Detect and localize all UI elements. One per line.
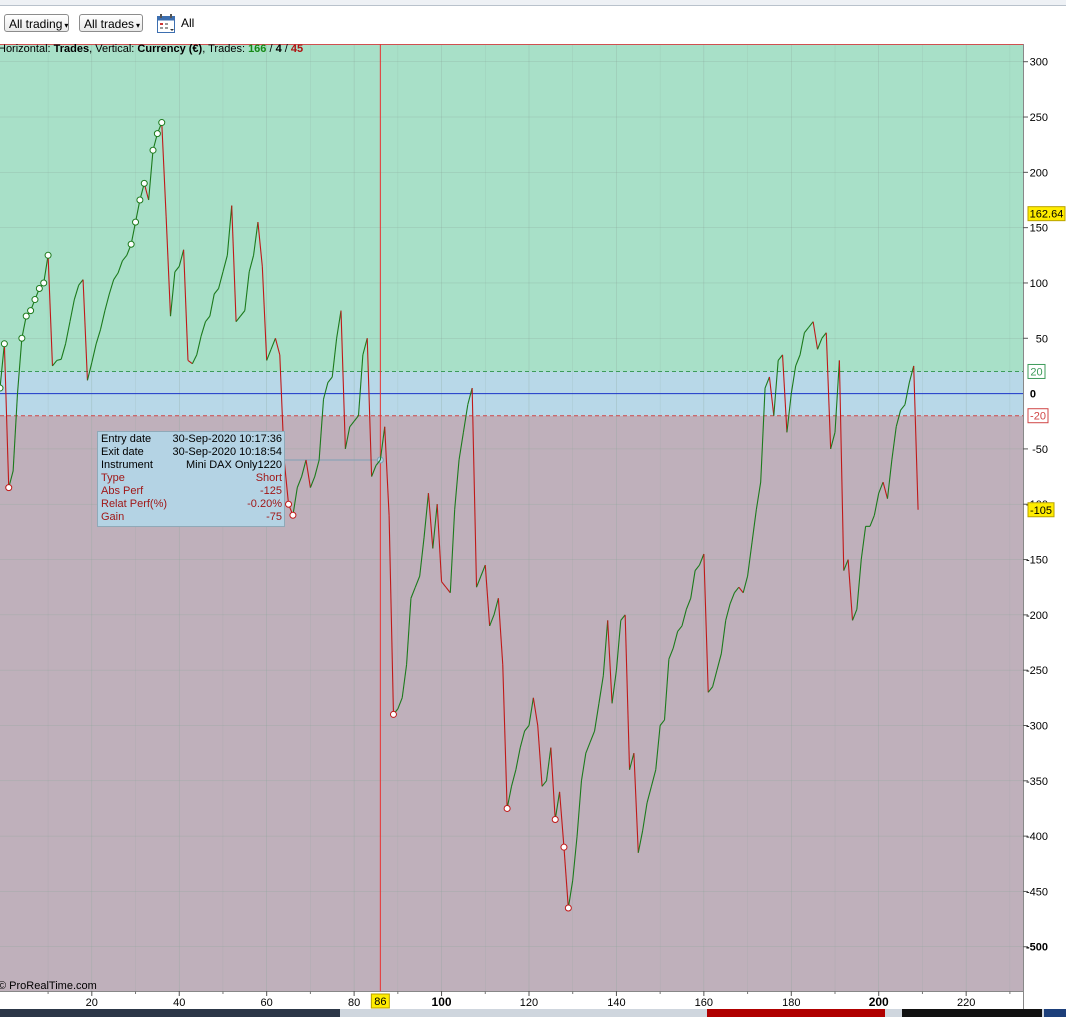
new-low-marker [389, 710, 397, 718]
new-high-marker [35, 284, 43, 292]
new-high-marker [31, 296, 39, 304]
y-tick-zero-label: 0 [1030, 389, 1036, 401]
lower-band-label: -20 [1030, 411, 1046, 423]
y-tick-label: -50 [1032, 444, 1048, 456]
y-tick-label: 200 [1030, 167, 1048, 179]
tooltip-relat-perf: -0.20% [247, 498, 282, 510]
tooltip-gain: -75 [266, 511, 282, 523]
y-tick-label: 50 [1036, 333, 1048, 345]
new-high-marker [0, 384, 4, 392]
tooltip-exit-date-label: Exit date [101, 446, 144, 458]
y-tick-label: -500 [1026, 942, 1048, 954]
x-tick-label: 120 [520, 997, 538, 1009]
x-tick-label: 100 [432, 995, 452, 1009]
y-tick-label: -300 [1026, 720, 1048, 732]
new-high-marker [0, 340, 8, 348]
x-tick-label: 40 [173, 997, 185, 1009]
tooltip-abs-perf: -125 [259, 485, 282, 497]
cursor-x-label: 86 [374, 996, 386, 1008]
tooltip-relat-perf-label: Relat Perf(%) [101, 498, 168, 510]
x-tick-label: 60 [261, 997, 273, 1009]
tooltip-abs-perf-label: Abs Perf [101, 485, 144, 497]
tooltip-entry-date-label: Entry date [101, 433, 152, 445]
header-mid: , Vertical: [89, 43, 137, 55]
x-tick-label: 200 [869, 995, 889, 1009]
new-low-marker [503, 804, 511, 812]
bottom-strip-blue-block [1044, 1009, 1066, 1017]
x-tick-label: 180 [782, 997, 800, 1009]
new-high-marker [153, 130, 161, 138]
chart-header: Horizontal: Trades, Vertical: Currency (… [0, 43, 303, 55]
y-tick-label: -450 [1026, 886, 1048, 898]
y-tick-label: 250 [1030, 112, 1048, 124]
new-high-marker [127, 240, 135, 248]
bottom-strip-black-block [902, 1009, 1042, 1017]
tooltip-type: Short [255, 472, 282, 484]
last-value-label: 162.64 [1030, 209, 1064, 221]
bottom-strip-dark-block [0, 1009, 340, 1017]
new-high-marker [44, 251, 52, 259]
trades-loss-count: 45 [291, 43, 303, 55]
new-high-marker [40, 279, 48, 287]
tooltip-type-label: Type [101, 472, 125, 484]
new-low-marker [289, 511, 297, 519]
x-tick-label: 20 [86, 997, 98, 1009]
upper-band-label: 20 [1030, 366, 1042, 378]
header-sep: / [266, 43, 275, 55]
x-tick-label: 140 [607, 997, 625, 1009]
header-v-value: Currency (€) [137, 43, 202, 55]
new-high-marker [149, 146, 157, 154]
tooltip-instrument-label: Instrument [101, 459, 153, 471]
header-prefix: Horizontal: [0, 43, 54, 55]
new-low-marker [285, 500, 293, 508]
header-trades-label: , Trades: [202, 43, 248, 55]
x-tick-label: 220 [957, 997, 975, 1009]
trades-win-count: 166 [248, 43, 266, 55]
profit-zone [0, 44, 1023, 372]
tooltip-exit-date: 30-Sep-2020 10:18:54 [172, 446, 282, 458]
y-tick-label: 100 [1030, 278, 1048, 290]
y-tick-label: -250 [1026, 665, 1048, 677]
y-tick-label: -350 [1026, 776, 1048, 788]
new-high-marker [27, 307, 35, 315]
watermark: © ProRealTime.com [0, 980, 97, 992]
y-tick-label: -150 [1026, 555, 1048, 567]
new-low-marker [551, 816, 559, 824]
current-value-label: -105 [1030, 505, 1052, 517]
y-tick-label: 300 [1030, 57, 1048, 69]
new-high-marker [22, 312, 30, 320]
new-high-marker [18, 334, 26, 342]
header-sep: / [282, 43, 291, 55]
tooltip-entry-date: 30-Sep-2020 10:17:36 [172, 433, 282, 445]
new-high-marker [132, 218, 140, 226]
x-tick-label: 80 [348, 997, 360, 1009]
trade-tooltip: Entry date 30-Sep-2020 10:17:36 Exit date… [97, 431, 285, 527]
new-low-marker [560, 843, 568, 851]
new-high-marker [140, 179, 148, 187]
y-tick-label: 150 [1030, 223, 1048, 235]
new-low-marker [564, 904, 572, 912]
tooltip-gain-label: Gain [101, 511, 125, 523]
y-tick-label: -400 [1026, 831, 1048, 843]
x-axis: 20 40 60 80 100 120 140 160 180 200 220 [47, 991, 1011, 1009]
new-high-marker [136, 196, 144, 204]
new-low-marker [5, 484, 13, 492]
tooltip-instrument: Mini DAX Only1220 [186, 459, 282, 471]
new-high-marker [158, 119, 166, 127]
x-tick-label: 160 [695, 997, 713, 1009]
y-tick-label: -200 [1026, 610, 1048, 622]
bottom-strip-red-block [707, 1009, 885, 1017]
header-h-value: Trades [54, 43, 89, 55]
